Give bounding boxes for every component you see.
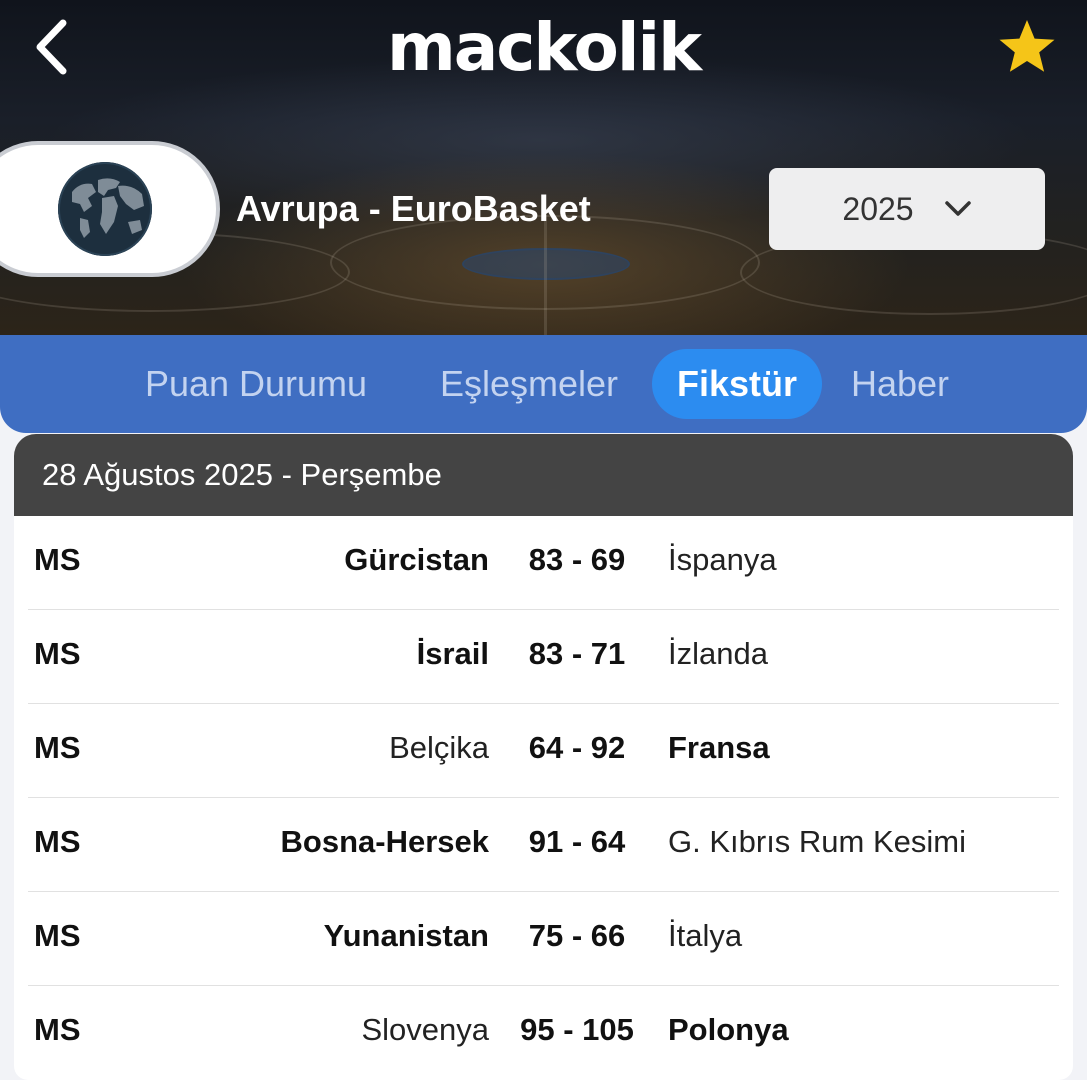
match-row[interactable]: MS Belçika 64 - 92 Fransa (28, 704, 1059, 798)
away-team: G. Kıbrıs Rum Kesimi (668, 824, 966, 859)
away-team: Fransa (668, 730, 770, 765)
league-header: mackolik Avrupa - EuroBasket 2025 (0, 0, 1087, 345)
match-status: MS (34, 542, 81, 577)
match-score: 64 - 92 (528, 730, 626, 765)
match-status: MS (34, 918, 81, 953)
fixture-card: 28 Ağustos 2025 - Perşembe MS Gürcistan … (14, 434, 1073, 1080)
globe-icon (58, 162, 152, 256)
home-team: Yunanistan (323, 918, 489, 953)
match-status: MS (34, 730, 81, 765)
court-decoration (544, 215, 547, 345)
match-row[interactable]: MS Yunanistan 75 - 66 İtalya (28, 892, 1059, 986)
star-icon (999, 20, 1055, 72)
match-status: MS (34, 824, 81, 859)
favorite-button[interactable] (994, 14, 1060, 80)
away-team: Polonya (668, 1012, 789, 1047)
home-team: Belçika (389, 730, 489, 765)
match-score: 75 - 66 (528, 918, 626, 953)
tab-eslesmeler[interactable]: Eşleşmeler (416, 349, 642, 419)
tab-puan-durumu[interactable]: Puan Durumu (120, 349, 392, 419)
season-value: 2025 (842, 190, 914, 227)
match-score: 91 - 64 (528, 824, 626, 859)
away-team: İspanya (668, 542, 777, 577)
date-header: 28 Ağustos 2025 - Perşembe (14, 434, 1073, 516)
tab-fikstur[interactable]: Fikstür (652, 349, 822, 419)
tab-haber[interactable]: Haber (830, 349, 970, 419)
home-team: İsrail (416, 636, 489, 671)
match-status: MS (34, 636, 81, 671)
tab-bar: Puan Durumu Eşleşmeler Fikstür Haber (0, 335, 1087, 433)
match-row[interactable]: MS Bosna-Hersek 91 - 64 G. Kıbrıs Rum Ke… (28, 798, 1059, 892)
home-team: Slovenya (361, 1012, 489, 1047)
match-status: MS (34, 1012, 81, 1047)
match-row[interactable]: MS Slovenya 95 - 105 Polonya (28, 986, 1059, 1080)
away-team: İtalya (668, 918, 743, 953)
season-dropdown[interactable]: 2025 (769, 168, 1045, 250)
match-score: 95 - 105 (520, 1012, 634, 1047)
match-score: 83 - 71 (528, 636, 626, 671)
home-team: Gürcistan (344, 542, 489, 577)
match-row[interactable]: MS İsrail 83 - 71 İzlanda (28, 610, 1059, 704)
chevron-down-icon (944, 201, 971, 216)
league-title: Avrupa - EuroBasket (236, 188, 591, 229)
match-score: 83 - 69 (528, 542, 626, 577)
brand-logo: mackolik (386, 9, 702, 86)
home-team: Bosna-Hersek (280, 824, 489, 859)
match-row[interactable]: MS Gürcistan 83 - 69 İspanya (28, 516, 1059, 610)
away-team: İzlanda (668, 636, 768, 671)
